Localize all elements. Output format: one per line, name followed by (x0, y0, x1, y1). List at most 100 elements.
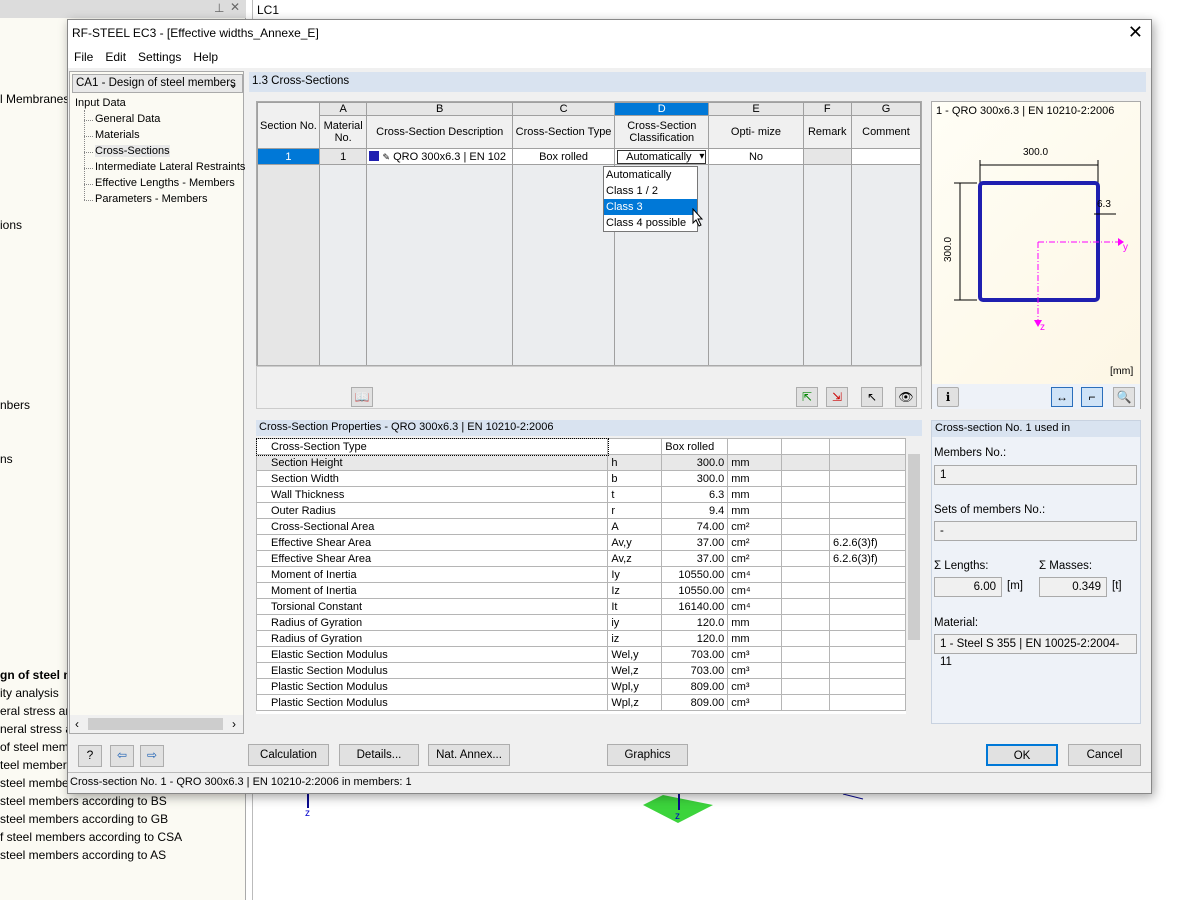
navigator-item[interactable]: l Membranes (0, 92, 69, 106)
grid-cell[interactable]: ✎ QRO 300x6.3 | EN 102 (366, 148, 513, 165)
import-excel-icon[interactable]: ⇲ (826, 387, 848, 407)
tree-item[interactable]: Cross-Sections (95, 145, 170, 157)
dropdown-option[interactable]: Class 3 (604, 199, 697, 215)
property-row[interactable]: Moment of Inertia Iz 10550.00 cm⁴ (256, 582, 906, 599)
scroll-thumb[interactable] (88, 718, 223, 730)
dropdown-arrow-icon[interactable]: ▾ (699, 151, 704, 163)
library-icon[interactable]: 📖 (351, 387, 373, 407)
property-row[interactable]: Section Width b 300.0 mm (256, 470, 906, 487)
column-letter[interactable]: B (366, 102, 513, 116)
view-icon[interactable]: 👁 (895, 387, 917, 407)
property-row[interactable]: Elastic Section Modulus Wel,y 703.00 cm³ (256, 646, 906, 663)
menu-file[interactable]: File (68, 45, 99, 64)
navigator-item[interactable]: teel member (0, 758, 67, 772)
menu-edit[interactable]: Edit (99, 45, 132, 64)
edit-section-icon[interactable]: ✎ (383, 152, 391, 162)
column-letter[interactable]: E (708, 102, 804, 116)
property-row[interactable]: Effective Shear Area Av,z 37.00 cm² 6.2.6(3)… (256, 550, 906, 567)
navigator-item[interactable]: neral stress ar (0, 722, 76, 736)
property-row[interactable]: Section Height h 300.0 mm (256, 454, 906, 471)
column-letter[interactable]: G (850, 102, 921, 116)
navigator-item[interactable]: gn of steel m (0, 668, 74, 682)
grid-cell[interactable] (802, 148, 852, 165)
property-row[interactable]: Torsional Constant It 16140.00 cm⁴ (256, 598, 906, 615)
grid-cell[interactable]: 1 (318, 148, 368, 165)
axes-icon[interactable]: ⌐ (1081, 387, 1103, 407)
navigator-item[interactable]: steel members according to AS (0, 848, 166, 862)
dimensions-icon[interactable]: ↔ (1051, 387, 1073, 407)
navigator-item[interactable]: ns (0, 452, 13, 466)
grid-cell[interactable] (850, 148, 921, 165)
ok-button[interactable]: OK (986, 744, 1058, 766)
horizontal-scrollbar[interactable]: ‹ › (70, 715, 243, 733)
property-row[interactable]: Cross-Section Type Box rolled (256, 438, 906, 456)
info-icon[interactable]: ℹ (937, 387, 959, 407)
navigator-item[interactable]: ions (0, 218, 22, 232)
navigator-item[interactable]: steel members according to GB (0, 812, 168, 826)
dropdown-option[interactable]: Class 1 / 2 (604, 183, 697, 199)
classification-combobox[interactable]: Automatically ▾ (617, 149, 707, 164)
tree-item[interactable]: Intermediate Lateral Restraints (95, 161, 245, 173)
cross-section-preview: 1 - QRO 300x6.3 | EN 10210-2:2006 300.0 … (931, 101, 1141, 409)
navigator-item[interactable]: of steel memb (0, 740, 75, 754)
navigator-item[interactable]: nbers (0, 398, 30, 412)
navigator-item[interactable]: f steel members according to CSA (0, 830, 182, 844)
tree-item[interactable]: Effective Lengths - Members (95, 177, 235, 189)
property-row[interactable]: Plastic Section Modulus Wpl,z 809.00 cm³ (256, 694, 906, 711)
cancel-button[interactable]: Cancel (1068, 744, 1141, 766)
navigator-item[interactable]: steel members according to BS (0, 794, 167, 808)
table-row[interactable]: 1 1 ✎ QRO 300x6.3 | EN 102 Box rolled Autom… (257, 148, 921, 165)
tree-root[interactable]: Input Data (75, 97, 126, 109)
column-letter[interactable]: A (318, 102, 368, 116)
column-letter[interactable]: D (614, 102, 710, 116)
dropdown-option[interactable]: Automatically (604, 167, 697, 183)
grid-cell[interactable]: Automatically ▾ (614, 148, 710, 165)
property-row[interactable]: Effective Shear Area Av,y 37.00 cm² 6.2.6(3)… (256, 534, 906, 551)
dropdown-option[interactable]: Class 4 possible (604, 215, 697, 231)
navigator-item[interactable]: ity analysis (0, 686, 59, 700)
cell-text: mm (731, 456, 750, 469)
properties-scrollbar[interactable] (906, 438, 922, 714)
close-icon[interactable]: ✕ (1128, 22, 1143, 43)
scroll-thumb[interactable] (908, 454, 920, 640)
grid-cell[interactable]: No (708, 148, 804, 165)
property-row[interactable]: Elastic Section Modulus Wel,z 703.00 cm³ (256, 662, 906, 679)
scroll-right-icon[interactable]: › (232, 717, 236, 731)
property-row[interactable]: Outer Radius r 9.4 mm (256, 502, 906, 519)
property-row[interactable]: Wall Thickness t 6.3 mm (256, 486, 906, 503)
tree-item[interactable]: General Data (95, 113, 160, 125)
details-button[interactable]: Details... (339, 744, 419, 766)
navigator-item[interactable]: steel membe (0, 776, 69, 790)
national-annex-button[interactable]: Nat. Annex... (428, 744, 510, 766)
graphics-button[interactable]: Graphics (607, 744, 688, 766)
case-select[interactable]: CA1 - Design of steel members ⌄ (72, 74, 243, 93)
property-unit: cm⁴ (727, 582, 783, 599)
menu-help[interactable]: Help (187, 45, 224, 64)
property-reference (829, 486, 906, 503)
tree-item[interactable]: Materials (95, 129, 140, 141)
property-row[interactable]: Radius of Gyration iz 120.0 mm (256, 630, 906, 647)
zoom-icon[interactable]: 🔍 (1113, 387, 1135, 407)
export-excel-icon[interactable]: ⇱ (796, 387, 818, 407)
property-row[interactable]: Moment of Inertia Iy 10550.00 cm⁴ (256, 566, 906, 583)
scroll-left-icon[interactable]: ‹ (75, 717, 79, 731)
previous-icon[interactable]: ⇦ (110, 745, 134, 767)
column-letter[interactable]: F (802, 102, 852, 116)
help-icon[interactable]: ? (78, 745, 102, 767)
tree-connector (84, 152, 93, 153)
menu-settings[interactable]: Settings (132, 45, 187, 64)
close-icon[interactable]: ✕ (230, 0, 240, 14)
pin-icon[interactable]: ⊥ (214, 1, 224, 15)
tree-item[interactable]: Parameters - Members (95, 193, 207, 205)
grid-cell[interactable]: 1 (257, 148, 320, 165)
select-icon[interactable]: ↖ (861, 387, 883, 407)
property-row[interactable]: Cross-Sectional Area A 74.00 cm² (256, 518, 906, 535)
next-icon[interactable]: ⇨ (140, 745, 164, 767)
column-letter[interactable]: C (511, 102, 616, 116)
property-row[interactable]: Plastic Section Modulus Wpl,y 809.00 cm³ (256, 678, 906, 695)
calculation-button[interactable]: Calculation (248, 744, 329, 766)
property-row[interactable]: Radius of Gyration iy 120.0 mm (256, 614, 906, 631)
load-case-tab[interactable]: LC1 (257, 3, 279, 17)
grid-cell[interactable]: Box rolled (511, 148, 616, 165)
column-header[interactable]: Section No. (257, 102, 320, 149)
